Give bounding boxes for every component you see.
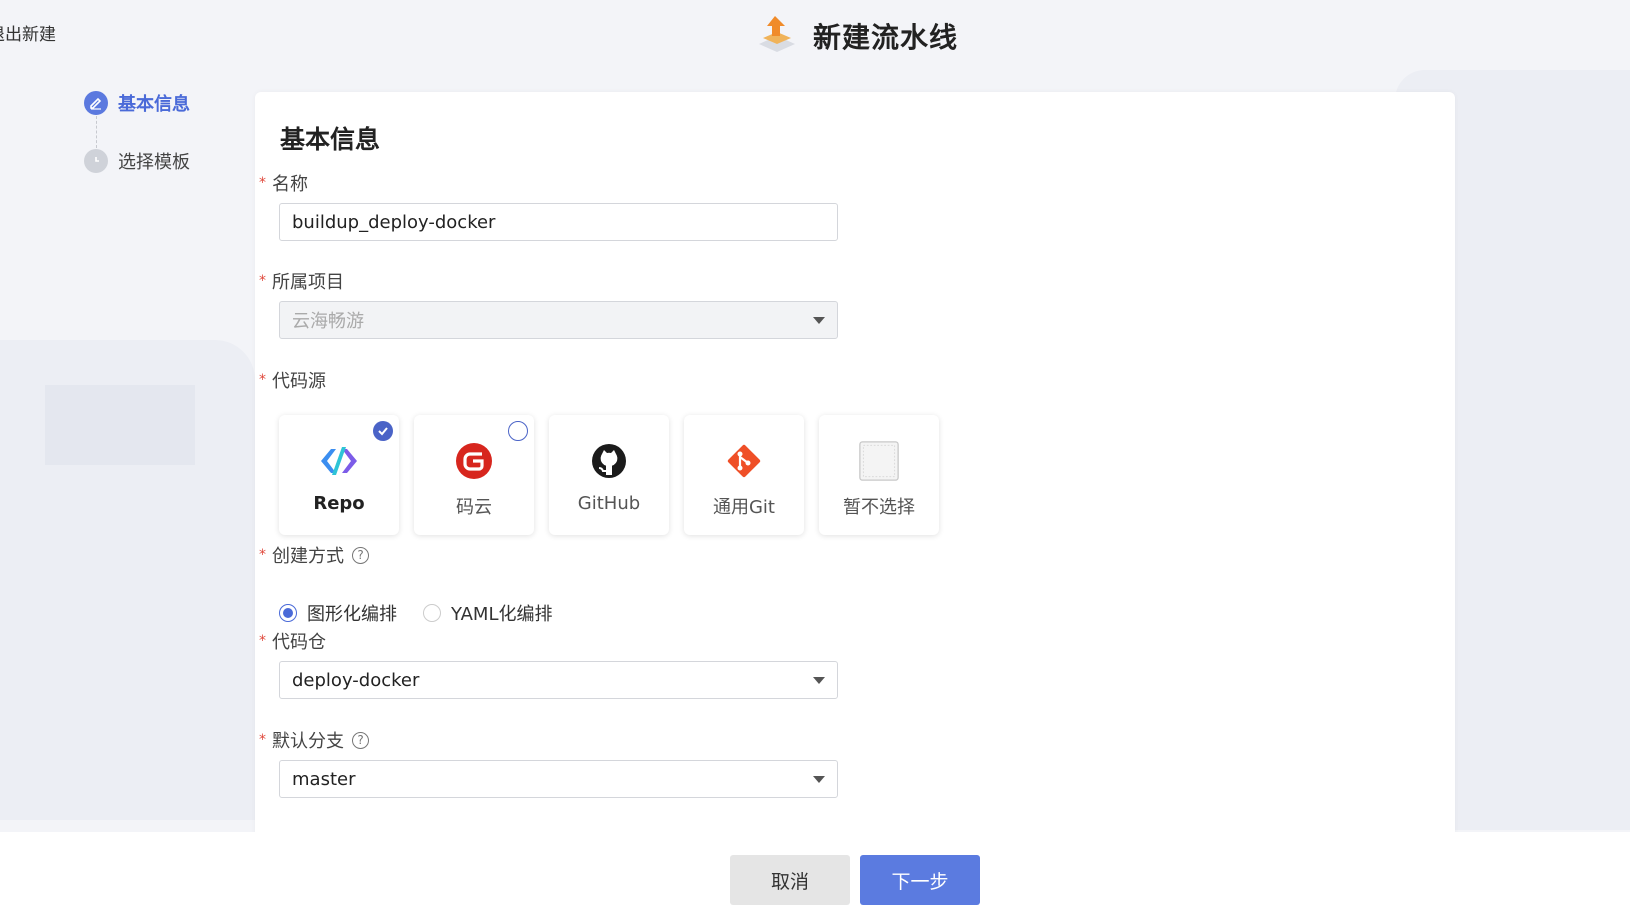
step-label: 选择模板	[118, 152, 190, 173]
chevron-down-icon	[813, 776, 825, 783]
repo-label: * 代码仓	[259, 632, 326, 653]
cancel-button[interactable]: 取消	[730, 855, 850, 905]
radio-circle-icon	[508, 421, 528, 441]
name-label: * 名称	[259, 174, 308, 195]
step-label: 基本信息	[118, 94, 190, 115]
chevron-down-icon	[813, 677, 825, 684]
repo-icon	[319, 441, 359, 481]
branch-label: * 默认分支 ?	[259, 727, 369, 753]
source-option-generic-git[interactable]: 通用Git	[684, 415, 804, 535]
form-card: 基本信息 * 名称 buildup_deploy-docker * 所属项目 云海畅…	[255, 92, 1455, 915]
source-name: Repo	[313, 493, 365, 514]
next-step-button[interactable]: 下一步	[860, 855, 980, 905]
help-icon[interactable]: ?	[352, 731, 369, 749]
source-option-github[interactable]: GitHub	[549, 415, 669, 535]
github-icon	[589, 441, 629, 481]
pipeline-logo-icon	[755, 12, 799, 60]
gitee-icon	[454, 441, 494, 481]
source-label: * 代码源	[259, 371, 326, 392]
step-basic-info[interactable]: 基本信息	[84, 90, 190, 116]
branch-select[interactable]: master	[279, 760, 838, 798]
step-connector	[95, 116, 98, 148]
name-input[interactable]: buildup_deploy-docker	[279, 203, 838, 241]
clock-icon	[84, 149, 108, 173]
repo-select[interactable]: deploy-docker	[279, 661, 838, 699]
source-name: 通用Git	[712, 497, 775, 518]
create-mode-label: * 创建方式 ?	[259, 542, 369, 568]
radio-yaml[interactable]: YAML化编排	[423, 600, 552, 626]
project-select[interactable]: 云海畅游	[279, 301, 838, 339]
source-option-repo[interactable]: Repo	[279, 415, 399, 535]
step-indicator: 基本信息 选择模板	[84, 90, 190, 174]
code-source-options: Repo 码云 GitHub 通用Git 暂不选择	[279, 415, 939, 535]
none-icon	[859, 441, 899, 481]
step-select-template[interactable]: 选择模板	[84, 148, 190, 174]
exit-create-link[interactable]: 退出新建	[0, 20, 56, 45]
top-bar: 退出新建 新建流水线	[0, 0, 1630, 64]
git-icon	[724, 441, 764, 481]
radio-unselected-icon	[423, 604, 441, 622]
section-title: 基本信息	[280, 125, 381, 154]
radio-selected-icon	[279, 604, 297, 622]
page-header: 新建流水线	[755, 12, 958, 60]
radio-graphical[interactable]: 图形化编排	[279, 600, 397, 626]
chevron-down-icon	[813, 317, 825, 324]
source-option-none[interactable]: 暂不选择	[819, 415, 939, 535]
source-name: GitHub	[577, 493, 641, 514]
checkmark-icon	[373, 421, 393, 441]
create-mode-radio-group: 图形化编排 YAML化编排	[279, 600, 552, 626]
project-label: * 所属项目	[259, 272, 344, 293]
source-option-gitee[interactable]: 码云	[414, 415, 534, 535]
help-icon[interactable]: ?	[352, 546, 369, 564]
source-name: 码云	[456, 497, 492, 518]
source-name: 暂不选择	[843, 497, 915, 518]
page-title: 新建流水线	[813, 21, 959, 54]
pencil-icon	[84, 91, 108, 115]
